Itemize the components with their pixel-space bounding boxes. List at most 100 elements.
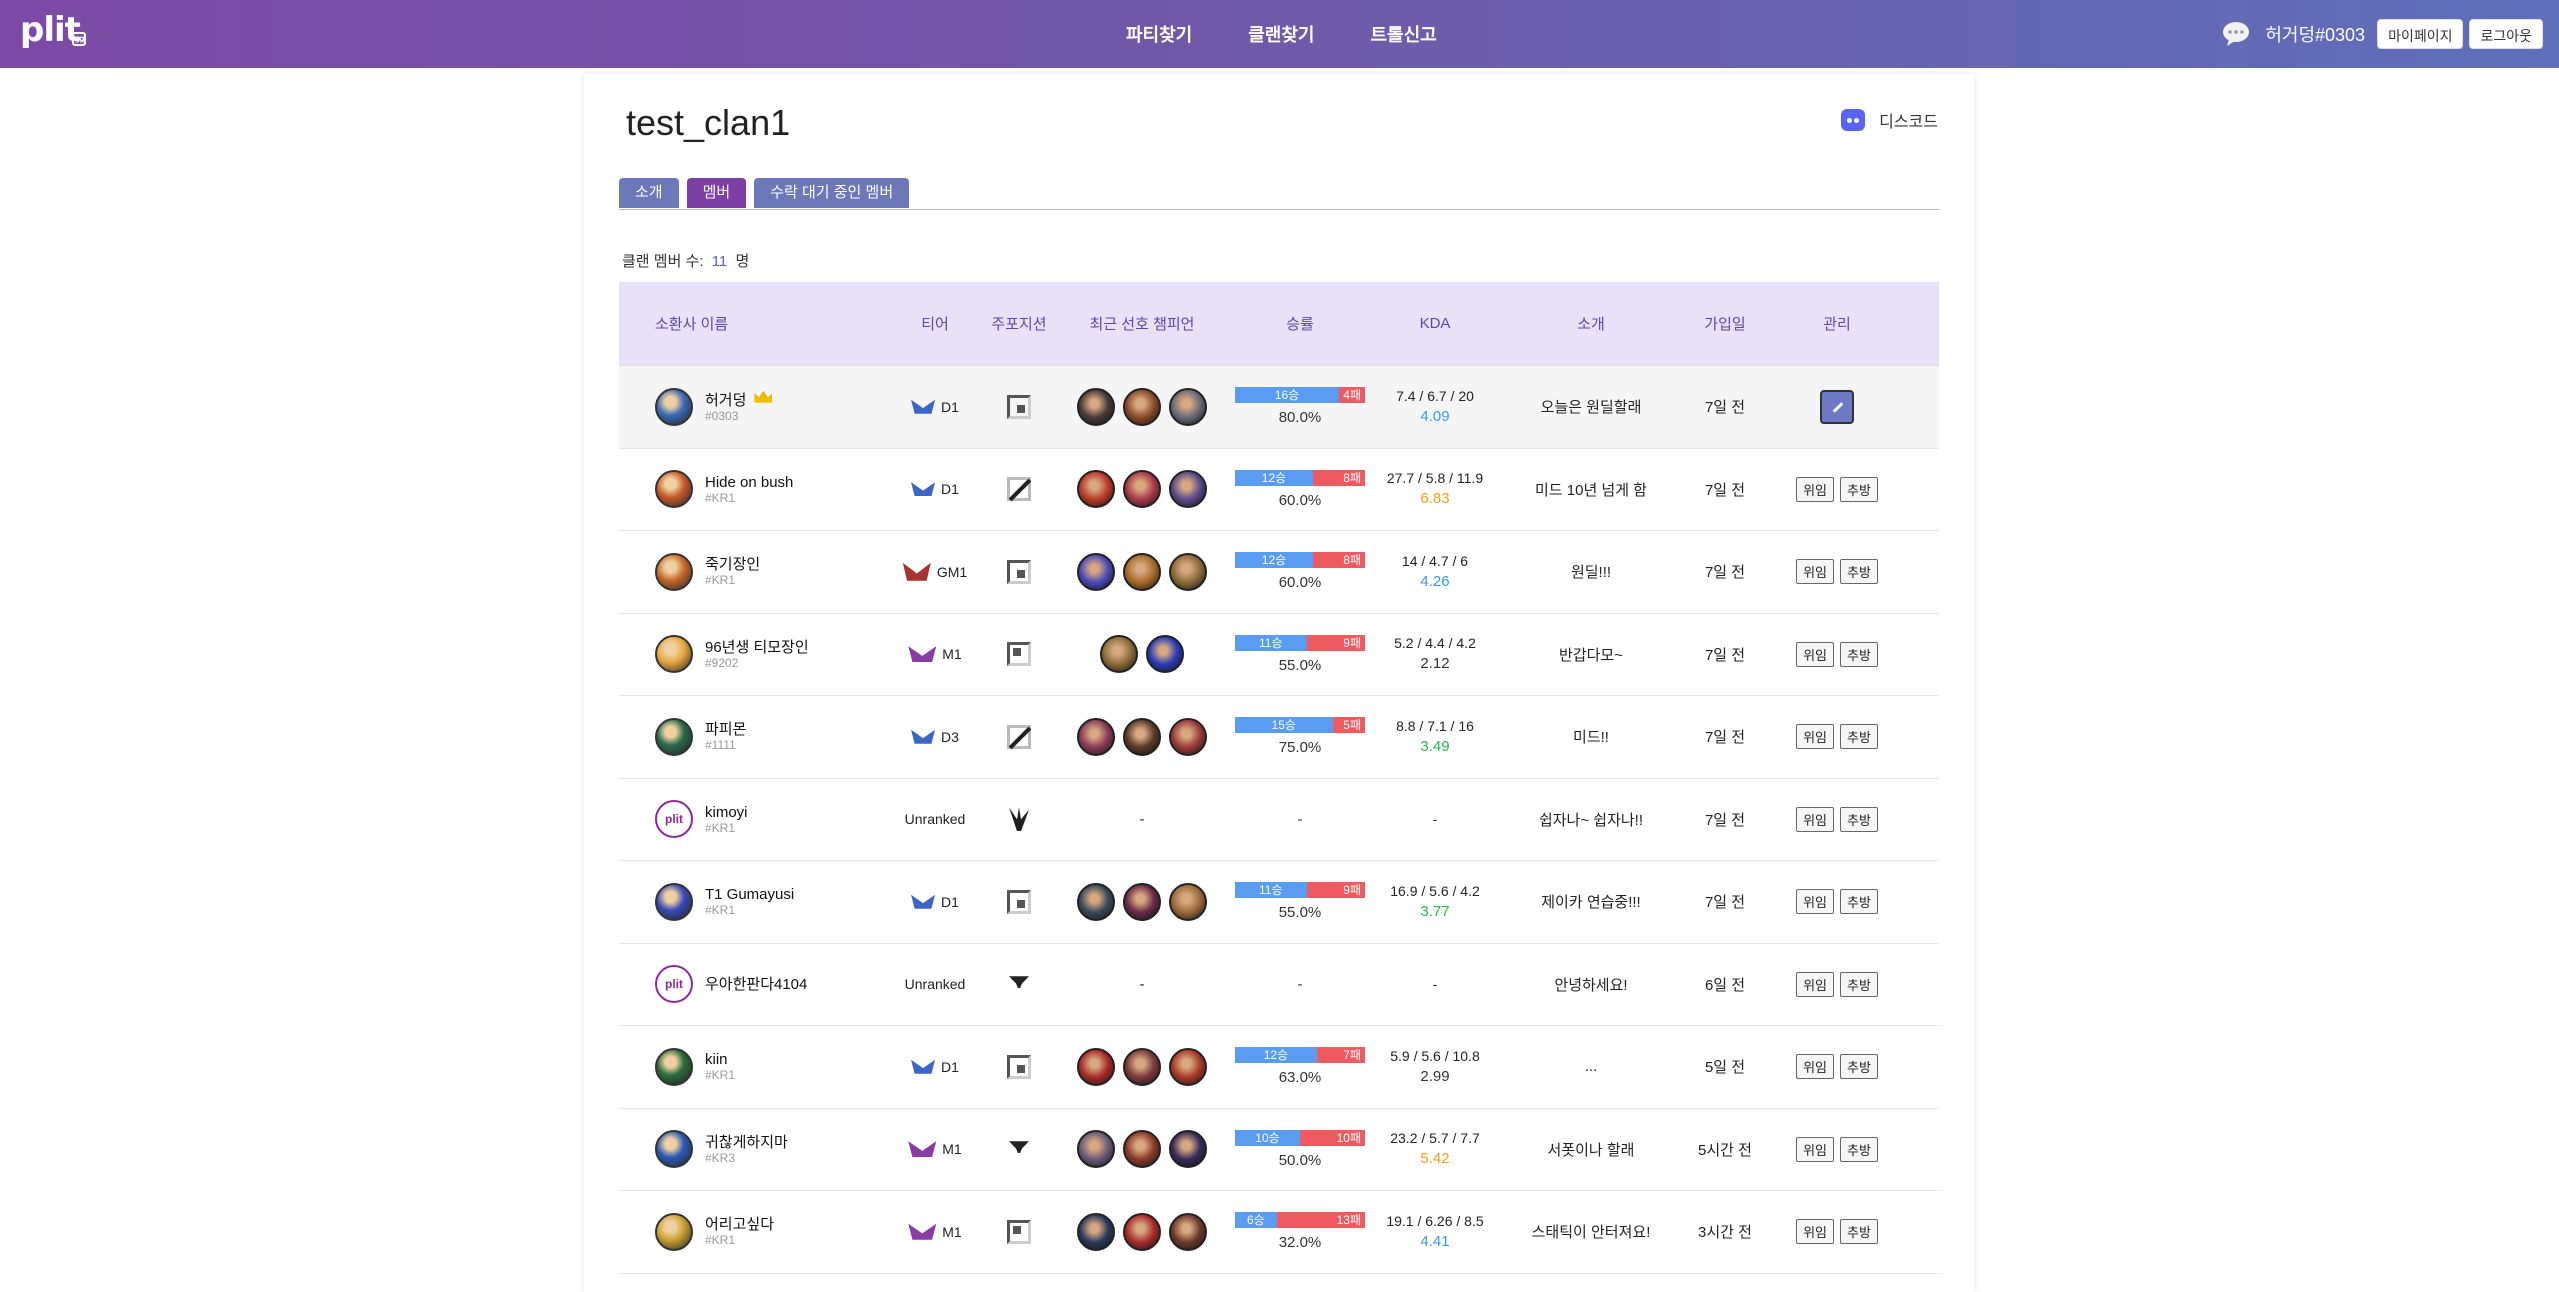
table-row: 죽기장인 #KR1 GM1 12승 8패 60.0% 14 / 4.7 / 6 4… [619,531,1939,614]
champion-icon [1077,1212,1115,1251]
kick-button[interactable]: 추방 [1840,724,1878,750]
edit-clan-button[interactable] [1820,389,1854,424]
summoner-cell[interactable]: 파피몬 #1111 [619,717,899,756]
kick-button[interactable]: 추방 [1840,1054,1878,1080]
champion-icon [1169,1047,1207,1086]
winrate-value: 80.0% [1278,409,1322,427]
join-date: 6일 전 [1704,976,1746,994]
table-row: plit 우아한판다4104 Unranked - - - 안녕하세요! 6일 … [619,944,1939,1026]
summoner-cell[interactable]: plit 우아한판다4104 [619,965,899,1004]
delegate-button[interactable]: 위임 [1796,476,1834,502]
delegate-button[interactable]: 위임 [1796,1054,1834,1080]
summoner-tag: #KR1 [705,1233,736,1248]
summoner-cell[interactable]: 어리고싶다 #KR1 [619,1212,899,1251]
summoner-cell[interactable]: 허거덩 #0303 [619,387,899,426]
summoner-tag: #KR1 [705,490,736,505]
summoner-cell[interactable]: kiin #KR1 [619,1047,899,1086]
kda-ratio: 2.12 [1420,655,1450,673]
kda-value: 5.9 / 5.6 / 10.8 [1390,1047,1480,1064]
kda-value: 7.4 / 6.7 / 20 [1396,387,1474,404]
tab-divider [619,209,1939,210]
member-intro: 오늘은 원딜할래 [1540,399,1642,417]
kda-value: 19.1 / 6.26 / 8.5 [1386,1212,1484,1229]
tier-cell: M1 [899,1141,971,1158]
manage-buttons: 위임 추방 [1755,889,1919,915]
win-count: 15승 [1235,717,1333,734]
summoner-cell[interactable]: T1 Gumayusi #KR1 [619,882,899,921]
position-bot-icon [1007,1219,1031,1244]
champion-list [1067,1047,1217,1086]
kda-value: - [1432,976,1438,993]
user-name: 허거덩#0303 [2265,25,2366,45]
manage-buttons: 위임 추방 [1755,1054,1919,1080]
member-intro: 안녕하세요! [1554,976,1628,994]
delegate-button[interactable]: 위임 [1796,641,1834,667]
summoner-cell[interactable]: 죽기장인 #KR1 [619,552,899,591]
delegate-button[interactable]: 위임 [1796,806,1834,832]
tier-emblem-icon [911,399,936,414]
kick-button[interactable]: 추방 [1840,1136,1878,1162]
delegate-button[interactable]: 위임 [1796,889,1834,915]
mypage-button[interactable]: 마이페이지 [2377,19,2464,49]
delegate-button[interactable]: 위임 [1796,1136,1834,1162]
champion-icon [1077,1130,1115,1169]
join-date: 7일 전 [1704,564,1746,582]
user-box: 허거덩#0303 마이페이지 로그아웃 [2221,0,2543,68]
summoner-cell[interactable]: plit kimoyi #KR1 [619,800,899,839]
kick-button[interactable]: 추방 [1840,1219,1878,1245]
kick-button[interactable]: 추방 [1840,476,1878,502]
join-date: 7일 전 [1704,729,1746,747]
delegate-button[interactable]: 위임 [1796,559,1834,585]
header-manage: 관리 [1823,316,1851,333]
tier-cell: M1 [899,646,971,663]
tab-pending-members[interactable]: 수락 대기 중인 멤버 [754,178,910,208]
nav-clan-find[interactable]: 클랜찾기 [1248,21,1314,47]
delegate-button[interactable]: 위임 [1796,1219,1834,1245]
kick-button[interactable]: 추방 [1840,806,1878,832]
tier-emblem-icon [908,1223,937,1240]
summoner-name: 96년생 티모장인 [705,638,809,656]
kick-button[interactable]: 추방 [1840,641,1878,667]
nav-party-find[interactable]: 파티찾기 [1126,21,1192,47]
summoner-cell[interactable]: 96년생 티모장인 #9202 [619,635,899,674]
summoner-cell[interactable]: Hide on bush #KR1 [619,470,899,509]
table-row: 허거덩 #0303 D1 16승 4패 80.0% 7.4 / 6.7 / 20… [619,366,1939,449]
champion-icon [1077,470,1115,509]
position-mid-icon [1007,724,1031,749]
win-count: 12승 [1235,469,1313,486]
loss-count: 7패 [1316,1047,1365,1064]
winrate-value: - [1297,975,1303,993]
tier-cell: D3 [899,729,971,745]
join-date: 7일 전 [1704,646,1746,664]
avatar [655,387,693,426]
delegate-button[interactable]: 위임 [1796,971,1834,997]
champion-icon [1169,717,1207,756]
winrate-bar: 12승 8패 [1235,552,1365,569]
champion-list [1067,1130,1217,1169]
avatar [655,635,693,674]
win-count: 11승 [1235,882,1307,899]
header-tier: 티어 [921,316,949,333]
nav-troll-report[interactable]: 트롤신고 [1371,21,1437,47]
main-nav: 파티찾기 클랜찾기 트롤신고 [1126,0,1437,68]
win-count: 6승 [1235,1212,1277,1229]
tier-emblem-icon [911,482,936,497]
tab-intro[interactable]: 소개 [619,178,679,208]
member-intro: 쉽자나~ 쉽자나!! [1538,811,1644,829]
delegate-button[interactable]: 위임 [1796,724,1834,750]
logout-button[interactable]: 로그아웃 [2469,19,2543,49]
winrate-bar: 16승 4패 [1235,387,1365,404]
summoner-name: kiin [705,1051,728,1069]
kick-button[interactable]: 추방 [1840,971,1878,997]
winrate-bar: 12승 8패 [1235,469,1365,486]
winrate-value: 55.0% [1278,904,1322,922]
plit-logo[interactable]: plit gg [20,10,90,56]
tab-members[interactable]: 멤버 [686,178,747,208]
summoner-cell[interactable]: 귀찮게하지마 #KR3 [619,1130,899,1169]
winrate-value: 50.0% [1278,1151,1322,1169]
chat-icon[interactable] [2221,20,2251,48]
join-date: 5일 전 [1704,1059,1746,1077]
kick-button[interactable]: 추방 [1840,559,1878,585]
discord-link[interactable]: 디스코드 [1841,108,1938,132]
kick-button[interactable]: 추방 [1840,889,1878,915]
